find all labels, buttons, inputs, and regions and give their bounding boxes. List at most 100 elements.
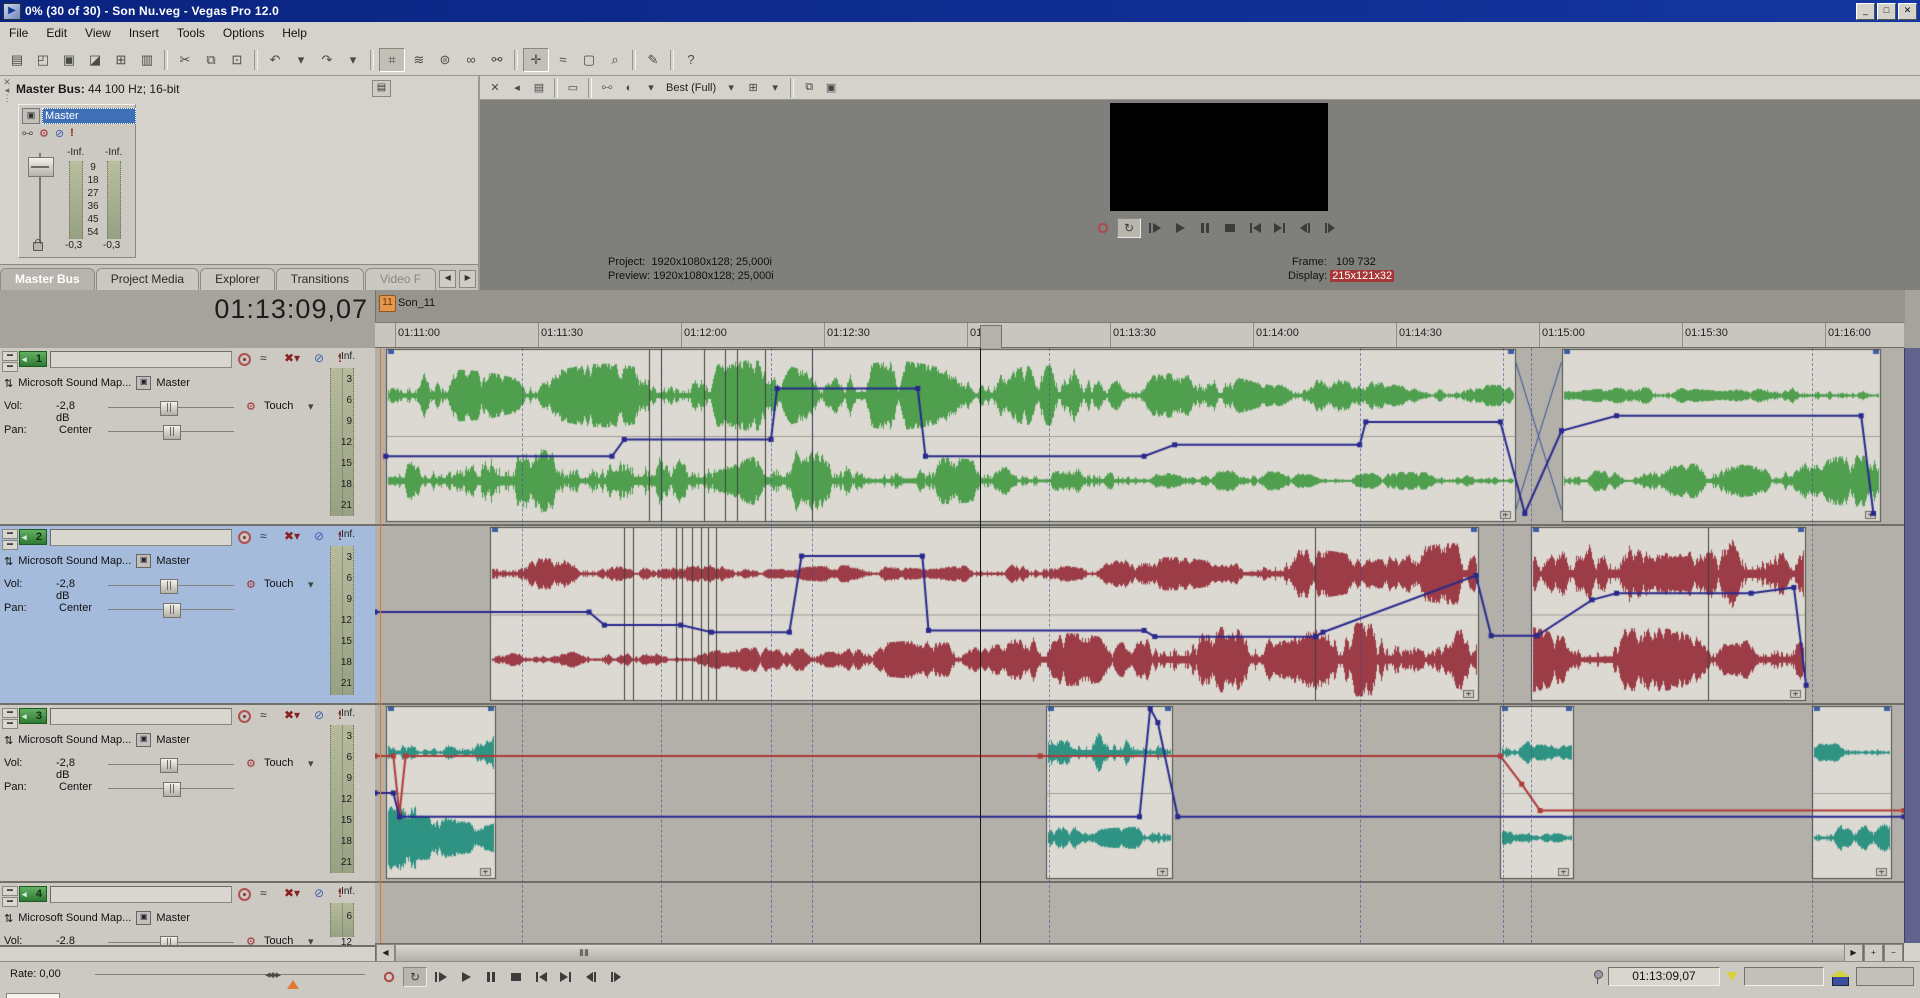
- previous-frame-button[interactable]: [580, 968, 602, 986]
- play-button[interactable]: [1169, 219, 1191, 237]
- redo-menu-icon[interactable]: ▾: [341, 49, 365, 71]
- bus-view-button[interactable]: ▤: [372, 80, 391, 97]
- track-header-2[interactable]: ▬▬2≈✖▾⊘!⇅Microsoft Sound Map...▣MasterVo…: [0, 526, 375, 703]
- bus-assign-button[interactable]: ▣: [136, 554, 151, 568]
- record-button[interactable]: [1092, 219, 1114, 237]
- tab-transitions[interactable]: Transitions: [276, 268, 364, 290]
- scroll-right-button[interactable]: ▶: [1844, 944, 1863, 962]
- automation-mode[interactable]: Touch: [264, 400, 293, 412]
- pan-slider-knob[interactable]: [163, 782, 181, 797]
- pan-slider-knob[interactable]: [163, 603, 181, 618]
- play-from-start-button[interactable]: [430, 968, 452, 986]
- loop-playback-button[interactable]: ↻: [403, 967, 427, 987]
- time-ruler[interactable]: 01:11:0001:11:3001:12:0001:12:3001:13:01…: [375, 322, 1904, 348]
- insert-fx-icon[interactable]: ⧟: [22, 127, 33, 140]
- minimize-track-button[interactable]: ▬: [2, 886, 18, 896]
- device-name[interactable]: Microsoft Sound Map...: [18, 555, 131, 567]
- stop-button[interactable]: [505, 968, 527, 986]
- panel-resize-stub[interactable]: [6, 993, 60, 998]
- track-fx-button[interactable]: ✖▾: [284, 351, 300, 365]
- track-events-2[interactable]: [375, 526, 1904, 703]
- next-frame-button[interactable]: [1319, 219, 1341, 237]
- close-button[interactable]: ✕: [1898, 3, 1917, 20]
- automation-settings-icon[interactable]: ⚙: [246, 400, 256, 413]
- automation-settings-icon[interactable]: ⚙: [246, 757, 256, 770]
- loop-playback-button[interactable]: ↻: [1117, 218, 1141, 238]
- device-name[interactable]: Microsoft Sound Map...: [18, 734, 131, 746]
- quality-caret[interactable]: ▾: [720, 79, 742, 97]
- zoom-in-button[interactable]: +: [1864, 944, 1883, 962]
- master-fader-knob[interactable]: [28, 157, 54, 177]
- tab-explorer[interactable]: Explorer: [200, 268, 275, 290]
- tab-project-media[interactable]: Project Media: [96, 268, 199, 290]
- arm-for-record-button[interactable]: [238, 710, 251, 723]
- marker-flag[interactable]: 11: [379, 295, 396, 312]
- cut-icon[interactable]: ✂: [173, 49, 197, 71]
- scrollbar-thumb[interactable]: ▮▮: [395, 944, 1845, 962]
- redo-icon[interactable]: ↷: [315, 49, 339, 71]
- record-button[interactable]: [378, 968, 400, 986]
- video-frame[interactable]: [1110, 103, 1328, 211]
- volume-slider[interactable]: [108, 585, 234, 586]
- stop-button[interactable]: [1219, 219, 1241, 237]
- automation-caret-icon[interactable]: ▾: [308, 578, 314, 591]
- undo-menu-icon[interactable]: ▾: [289, 49, 313, 71]
- track-size-buttons[interactable]: ▬▬: [2, 529, 18, 550]
- volume-slider[interactable]: [108, 942, 234, 943]
- save-icon[interactable]: ▣: [57, 49, 81, 71]
- video-fx-icon[interactable]: ⧟: [596, 79, 618, 97]
- tab-master-bus[interactable]: Master Bus: [0, 268, 95, 290]
- mute-icon[interactable]: ⊘: [55, 127, 64, 140]
- scrub-slider-track[interactable]: ◂◂▸▸: [95, 974, 365, 975]
- automation-mode[interactable]: Touch: [264, 757, 293, 769]
- volume-slider[interactable]: [108, 764, 234, 765]
- automation-mode[interactable]: Touch: [264, 578, 293, 590]
- go-to-end-button[interactable]: [1269, 219, 1291, 237]
- close-icon[interactable]: ✕: [484, 79, 506, 97]
- cursor-pin-icon[interactable]: [1593, 970, 1602, 984]
- pan-slider-knob[interactable]: [163, 425, 181, 440]
- restore-track-button[interactable]: ▬: [2, 362, 18, 372]
- zoom-out-button[interactable]: −: [1884, 944, 1903, 962]
- vol-value[interactable]: -2,8 dB: [56, 578, 75, 602]
- mute-button[interactable]: ⊘: [314, 351, 324, 365]
- scrub-slider-knob[interactable]: ◂◂▸▸: [265, 968, 279, 981]
- mute-button[interactable]: ⊘: [314, 886, 324, 900]
- selection-length-field[interactable]: [1744, 967, 1824, 986]
- track-events-4[interactable]: [375, 883, 1904, 945]
- auto-ripple-icon[interactable]: ≋: [407, 49, 431, 71]
- bus-assign-button[interactable]: ▣: [136, 376, 151, 390]
- volume-slider-knob[interactable]: [160, 401, 178, 416]
- lock-envelopes-icon[interactable]: ⊜: [433, 49, 457, 71]
- restore-track-button[interactable]: ▬: [2, 897, 18, 907]
- vertical-scrollbar[interactable]: [1904, 348, 1920, 943]
- minimize-track-button[interactable]: ▬: [2, 529, 18, 539]
- selection-edit-tool-icon[interactable]: ▢: [577, 49, 601, 71]
- track-name-field[interactable]: [50, 351, 232, 368]
- cursor-time-field[interactable]: 01:13:09,07: [1608, 967, 1720, 986]
- menu-file[interactable]: File: [0, 23, 37, 43]
- overlays-icon[interactable]: ⊞: [742, 79, 764, 97]
- overlays-caret[interactable]: ▾: [764, 79, 786, 97]
- track-name-field[interactable]: [50, 708, 232, 725]
- menu-edit[interactable]: Edit: [37, 23, 76, 43]
- arm-for-record-button[interactable]: [238, 531, 251, 544]
- arm-for-record-button[interactable]: [238, 353, 251, 366]
- volume-slider-knob[interactable]: [160, 936, 178, 945]
- volume-slider[interactable]: [108, 407, 234, 408]
- track-envelope-icon[interactable]: ≈: [260, 708, 267, 722]
- mute-button[interactable]: ⊘: [314, 708, 324, 722]
- go-to-end-button[interactable]: [555, 968, 577, 986]
- vol-value[interactable]: -2.8 dB: [56, 935, 75, 945]
- open-icon[interactable]: ◰: [31, 49, 55, 71]
- bus-assign-button[interactable]: ▣: [136, 733, 151, 747]
- marker-bar[interactable]: 11 Son_11: [375, 290, 1905, 322]
- new-project-icon[interactable]: ▤: [5, 49, 29, 71]
- tab-video-f[interactable]: Video F: [365, 268, 436, 290]
- bus-name-field[interactable]: Master: [42, 108, 136, 124]
- track-events-1[interactable]: [375, 348, 1904, 524]
- ignore-grouping-icon[interactable]: ∞: [459, 49, 483, 71]
- restore-track-button[interactable]: ▬: [2, 719, 18, 729]
- track-number-badge[interactable]: 1: [19, 351, 47, 367]
- undock-icon[interactable]: ◂: [506, 79, 528, 97]
